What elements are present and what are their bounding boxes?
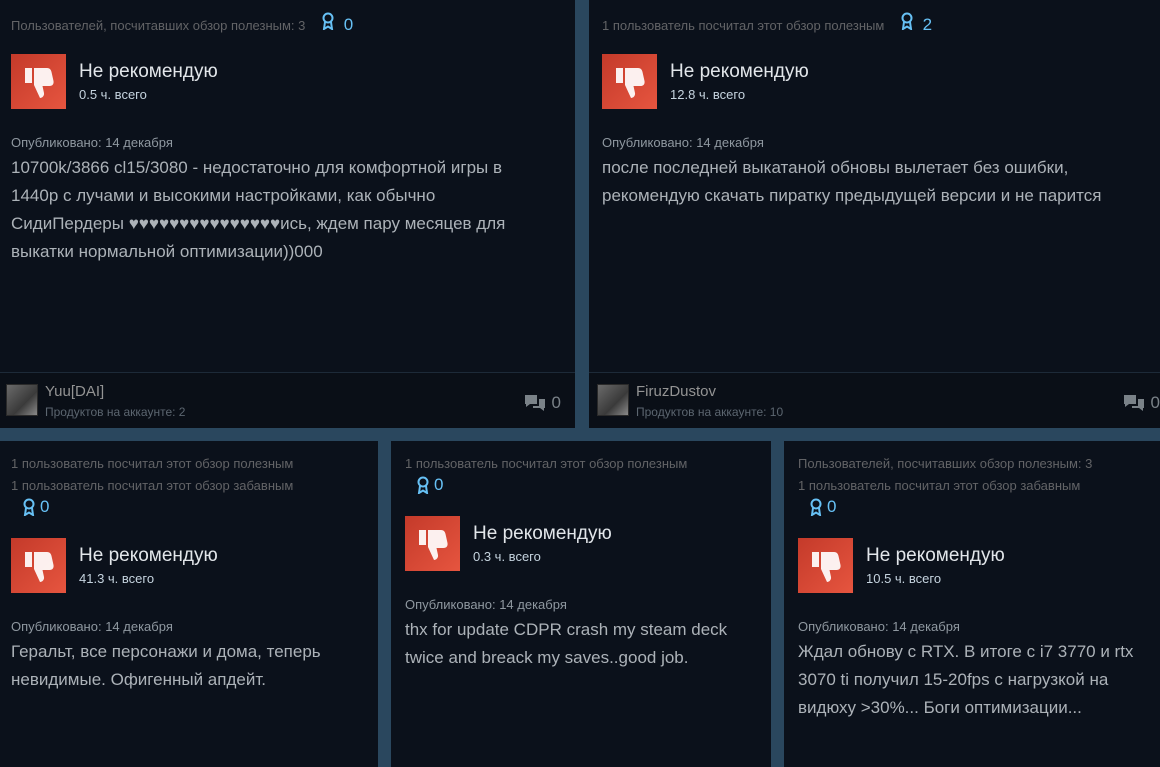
verdict[interactable]: Не рекомендую 0.3 ч. всего: [405, 516, 771, 571]
review-card: 1 пользователь посчитал этот обзор полез…: [0, 441, 378, 767]
author-products: Продуктов на аккаунте: 10: [636, 405, 784, 419]
helpful-line: 1 пользователь посчитал этот обзор полез…: [11, 456, 294, 471]
comment-count: 0: [1150, 393, 1160, 412]
verdict[interactable]: Не рекомендую 12.8 ч. всего: [602, 54, 1160, 109]
helpful-line: Пользователей, посчитавших обзор полезны…: [11, 12, 575, 37]
author-block[interactable]: Yuu[DAI] Продуктов на аккаунте: 2 0: [0, 372, 575, 428]
thumbs-down-icon: [602, 54, 657, 109]
award-count: 0: [434, 475, 444, 494]
helpful-info: Пользователей, посчитавших обзор полезны…: [784, 441, 1160, 497]
comments-button[interactable]: 0: [1123, 393, 1160, 413]
review-card: 1 пользователь посчитал этот обзор полез…: [589, 0, 1160, 428]
verdict-title[interactable]: Не рекомендую: [866, 544, 1005, 568]
review-card: Пользователей, посчитавших обзор полезны…: [784, 441, 1160, 767]
review-text: Геральт, все персонажи и дома, теперь не…: [11, 642, 321, 689]
funny-line: 1 пользователь посчитал этот обзор забав…: [798, 478, 1081, 493]
thumbs-down-icon: [405, 516, 460, 571]
verdict-title[interactable]: Не рекомендую: [79, 60, 218, 84]
verdict[interactable]: Не рекомендую 0.5 ч. всего: [11, 54, 575, 109]
author-block[interactable]: FiruzDustov Продуктов на аккаунте: 10 0: [589, 372, 1160, 428]
funny-line: 1 пользователь посчитал этот обзор забав…: [11, 478, 294, 493]
comment-bubbles-icon: [524, 395, 545, 411]
award-button[interactable]: 0: [416, 475, 443, 495]
thumbs-down-icon: [11, 54, 66, 109]
review-card: Пользователей, посчитавших обзор полезны…: [0, 0, 575, 428]
award-ribbon-icon: [417, 476, 429, 494]
hours-played: 12.8 ч. всего: [670, 86, 746, 102]
verdict-title[interactable]: Не рекомендую: [473, 522, 612, 546]
comment-count: 0: [551, 393, 561, 412]
award-ribbon-icon: [901, 12, 913, 31]
hours-played: 10.5 ч. всего: [866, 570, 942, 586]
award-button[interactable]: 2: [900, 12, 932, 35]
review-card: 1 пользователь посчитал этот обзор полез…: [391, 441, 771, 767]
award-button[interactable]: 0: [809, 497, 836, 517]
posted-date: Опубликовано: 14 декабря: [798, 619, 960, 634]
award-button[interactable]: 0: [22, 497, 49, 517]
helpful-line: 1 пользователь посчитал этот обзор полез…: [405, 456, 688, 471]
author-name[interactable]: Yuu[DAI]: [45, 383, 104, 400]
review-text: после последней выкатаной обновы вылетае…: [602, 158, 1102, 205]
posted-date: Опубликовано: 14 декабря: [11, 619, 173, 634]
hours-played: 0.5 ч. всего: [79, 86, 147, 102]
review-text: 10700k/3866 cl15/3080 - недостаточно для…: [11, 158, 506, 261]
award-ribbon-icon: [23, 498, 35, 516]
helpful-line: Пользователей, посчитавших обзор полезны…: [798, 456, 1093, 471]
avatar[interactable]: [597, 384, 629, 416]
helpful-info: 1 пользователь посчитал этот обзор полез…: [0, 441, 378, 497]
comment-bubbles-icon: [1123, 395, 1144, 411]
helpful-info: 1 пользователь посчитал этот обзор полез…: [589, 0, 1160, 37]
review-text: thx for update CDPR crash my steam deck …: [405, 620, 728, 667]
posted-date: Опубликовано: 14 декабря: [11, 135, 173, 150]
award-count: 2: [922, 15, 933, 34]
verdict[interactable]: Не рекомендую 41.3 ч. всего: [11, 538, 378, 593]
helpful-info: 1 пользователь посчитал этот обзор полез…: [391, 441, 771, 475]
posted-date: Опубликовано: 14 декабря: [602, 135, 764, 150]
author-name[interactable]: FiruzDustov: [636, 383, 716, 400]
verdict-title[interactable]: Не рекомендую: [670, 60, 809, 84]
thumbs-down-icon: [11, 538, 66, 593]
helpful-line: 1 пользователь посчитал этот обзор полез…: [602, 12, 1160, 37]
comments-button[interactable]: 0: [524, 393, 561, 413]
award-count: 0: [40, 497, 50, 516]
author-products: Продуктов на аккаунте: 2: [45, 405, 186, 419]
award-button[interactable]: 0: [321, 12, 353, 35]
verdict-title[interactable]: Не рекомендую: [79, 544, 218, 568]
award-count: 0: [827, 497, 837, 516]
thumbs-down-icon: [798, 538, 853, 593]
helpful-info: Пользователей, посчитавших обзор полезны…: [0, 0, 575, 37]
award-ribbon-icon: [810, 498, 822, 516]
hours-played: 41.3 ч. всего: [79, 570, 155, 586]
posted-date: Опубликовано: 14 декабря: [405, 597, 567, 612]
verdict[interactable]: Не рекомендую 10.5 ч. всего: [798, 538, 1160, 593]
award-count: 0: [343, 15, 354, 34]
hours-played: 0.3 ч. всего: [473, 548, 541, 564]
award-ribbon-icon: [322, 12, 334, 31]
avatar[interactable]: [6, 384, 38, 416]
review-text: Ждал обнову с RTX. В итоге с i7 3770 и r…: [798, 642, 1134, 717]
